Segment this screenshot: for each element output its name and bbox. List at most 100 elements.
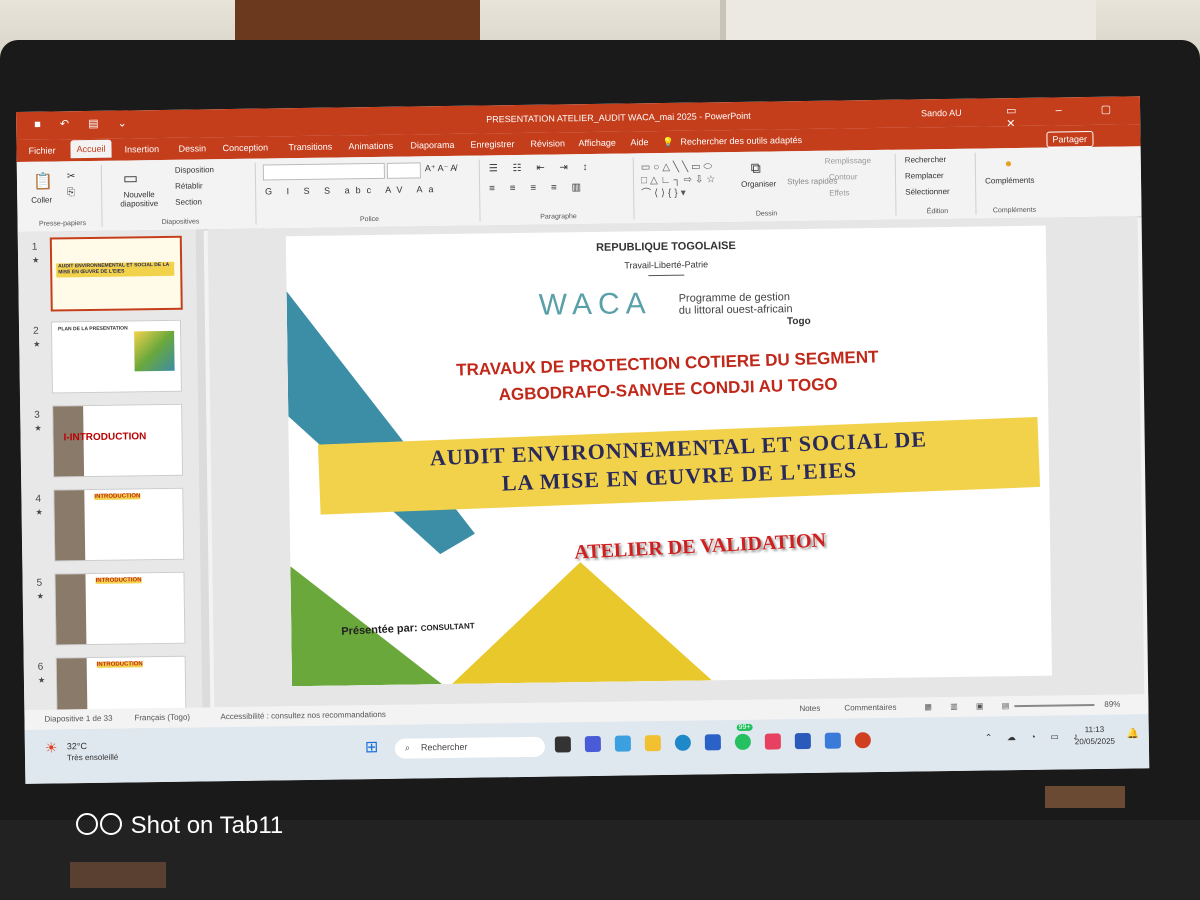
arrange-button[interactable]: Organiser — [741, 179, 776, 188]
font-size-icons[interactable]: A⁺ A⁻ A̸ — [425, 163, 457, 174]
notification-badge: 99+ — [736, 723, 753, 731]
tab-conception[interactable]: Conception — [222, 142, 268, 153]
notification-bell-icon[interactable]: 🔔 — [1127, 728, 1140, 739]
slide-thumbnail[interactable]: INTRODUCTION — [54, 571, 186, 646]
app-icon[interactable] — [824, 732, 841, 749]
shapes-gallery[interactable]: ▭○△╲╲▭⬭ □△∟┐⇨⇩☆ ⌒⟨⟩{}▾ — [641, 160, 732, 201]
view-buttons[interactable]: ▦ ▥ ▣ ▤ — [924, 701, 1017, 711]
find-button[interactable]: Rechercher — [905, 155, 946, 165]
group-label: Police — [359, 215, 380, 224]
comments-button[interactable]: Commentaires — [844, 703, 896, 713]
powerpoint-icon[interactable] — [854, 732, 871, 749]
addins-icon: ● — [1004, 156, 1013, 171]
proofing-language[interactable]: Français (Togo) — [134, 713, 190, 723]
tab-aide[interactable]: Aide — [630, 137, 648, 147]
file-explorer-icon[interactable] — [644, 735, 661, 752]
quick-access-icons[interactable]: ■ ↶ ▤ ⌄ — [34, 116, 135, 130]
tell-me-search[interactable]: Rechercher des outils adaptés — [680, 135, 802, 147]
weather-desc: Très ensoleillé — [66, 752, 119, 763]
thumb-title: INTRODUCTION — [95, 577, 142, 584]
reset-button[interactable]: Rétablir — [175, 181, 203, 190]
thumb-title: PLAN DE LA PRESENTATION — [57, 325, 128, 333]
tab-insertion[interactable]: Insertion — [124, 144, 159, 154]
slide-thumbnail[interactable]: PLAN DE LA PRESENTATION — [50, 319, 182, 394]
camera-aperture-icon — [100, 813, 122, 835]
whatsapp-icon[interactable] — [734, 733, 751, 751]
zoom-slider[interactable] — [1014, 704, 1095, 708]
thumb-title: AUDIT ENVIRONNEMENTAL ET SOCIAL DE LA MI… — [58, 261, 170, 276]
select-button[interactable]: Sélectionner — [905, 187, 950, 197]
share-button[interactable]: Partager — [1046, 130, 1094, 148]
paste-button[interactable]: Coller — [31, 196, 52, 205]
weather-icon: ☀ — [44, 739, 58, 756]
replace-button[interactable]: Remplacer — [905, 171, 944, 181]
shape-effects-button[interactable]: Effets — [829, 188, 849, 197]
slide-canvas[interactable]: REPUBLIQUE TOGOLAISE Travail-Liberté-Pat… — [285, 225, 1052, 687]
store-icon[interactable] — [704, 734, 721, 751]
slide-thumbnail[interactable]: INTRODUCTION — [53, 487, 185, 562]
waca-logo-subtitle: Programme de gestion du littoral ouest-a… — [679, 291, 793, 317]
thumb-title: I-INTRODUCTION — [63, 431, 147, 444]
logo-country: Togo — [786, 315, 811, 328]
camera-aperture-icon — [76, 813, 98, 835]
new-slide-button[interactable]: Nouvelle diapositive — [109, 190, 169, 209]
thumb-title: INTRODUCTION — [94, 493, 141, 500]
taskbar-search[interactable]: ⌕ Rechercher — [394, 736, 546, 759]
copilot-icon[interactable] — [614, 735, 631, 752]
tab-animations[interactable]: Animations — [348, 141, 393, 152]
tab-diaporama[interactable]: Diaporama — [410, 140, 454, 151]
layout-button[interactable]: Disposition — [175, 165, 214, 175]
presenter-name: CONSULTANT — [420, 621, 475, 633]
group-clipboard: 📋 Coller ✂ ⎘ Presse-papiers — [22, 164, 103, 228]
align-icons[interactable]: ≡ ≡ ≡ ≡ ▥ — [489, 182, 587, 194]
slide-thumbnail[interactable]: AUDIT ENVIRONNEMENTAL ET SOCIAL DE LA MI… — [49, 235, 183, 312]
accessibility-checker[interactable]: Accessibilité : consultez nos recommanda… — [220, 710, 386, 721]
windows-start-icon[interactable]: ⊞ — [365, 737, 379, 757]
clock-date[interactable]: 20/05/2025 — [1075, 737, 1115, 747]
tab-fichier[interactable]: Fichier — [28, 145, 55, 155]
group-label: Compléments — [992, 206, 1037, 215]
tab-dessin[interactable]: Dessin — [178, 143, 206, 153]
zoom-level[interactable]: 89% — [1104, 700, 1120, 709]
app-icon[interactable] — [764, 733, 781, 750]
cut-icon[interactable]: ✂ — [67, 171, 76, 182]
animation-star: ★ — [34, 423, 42, 433]
group-addins: ● Compléments Compléments — [979, 152, 1050, 215]
slide-thumbnails-pane: 1 ★ AUDIT ENVIRONNEMENTAL ET SOCIAL DE L… — [17, 229, 210, 730]
font-name-select[interactable] — [262, 162, 385, 181]
clock-time[interactable]: 11:13 — [1085, 725, 1105, 734]
weather-temp[interactable]: 32°C — [67, 741, 87, 751]
list-icons[interactable]: ☰ ☷ ⇤ ⇥ ↕ — [489, 162, 594, 174]
shape-fill-button[interactable]: Remplissage — [825, 156, 871, 166]
addins-button[interactable]: Compléments — [985, 176, 1034, 186]
teams-icon[interactable] — [584, 735, 601, 753]
tab-affichage[interactable]: Affichage — [578, 138, 616, 149]
font-style-icons[interactable]: G I S S abc AV Aa — [265, 184, 439, 196]
yellow-triangle — [452, 562, 713, 684]
shape-outline-button[interactable]: Contour — [829, 172, 858, 181]
animation-star: ★ — [32, 255, 40, 265]
tab-transitions[interactable]: Transitions — [288, 142, 332, 153]
task-view-icon[interactable] — [554, 736, 571, 753]
group-editing: Rechercher Remplacer Sélectionner Éditio… — [898, 152, 977, 216]
tab-revision[interactable]: Révision — [530, 138, 565, 148]
edge-icon[interactable] — [674, 734, 691, 751]
copy-icon[interactable]: ⎘ — [67, 187, 75, 198]
user-name[interactable]: Sando AU — [921, 108, 962, 119]
group-label: Dessin — [755, 210, 778, 218]
thumb-image — [55, 574, 87, 645]
notes-button[interactable]: Notes — [799, 704, 820, 713]
teal-triangle — [286, 291, 475, 555]
lightbulb-icon: 💡 — [662, 136, 674, 147]
laptop-screen: ■ ↶ ▤ ⌄ PRESENTATION ATELIER_AUDIT WACA_… — [16, 96, 1150, 784]
section-button[interactable]: Section — [175, 197, 202, 206]
thumb-number: 1 — [31, 241, 38, 253]
watermark-text: Shot on Tab11 — [130, 812, 284, 839]
tab-enregistrer[interactable]: Enregistrer — [470, 139, 514, 150]
slide-thumbnail[interactable]: I-INTRODUCTION — [52, 403, 184, 478]
tab-accueil[interactable]: Accueil — [70, 139, 112, 159]
word-icon[interactable] — [794, 732, 811, 750]
font-size-select[interactable] — [386, 162, 421, 179]
new-slide-icon: ▭ — [122, 170, 139, 188]
system-tray-icons[interactable]: ⌃ ☁ ◔ ▭ ♪ — [985, 731, 1084, 743]
